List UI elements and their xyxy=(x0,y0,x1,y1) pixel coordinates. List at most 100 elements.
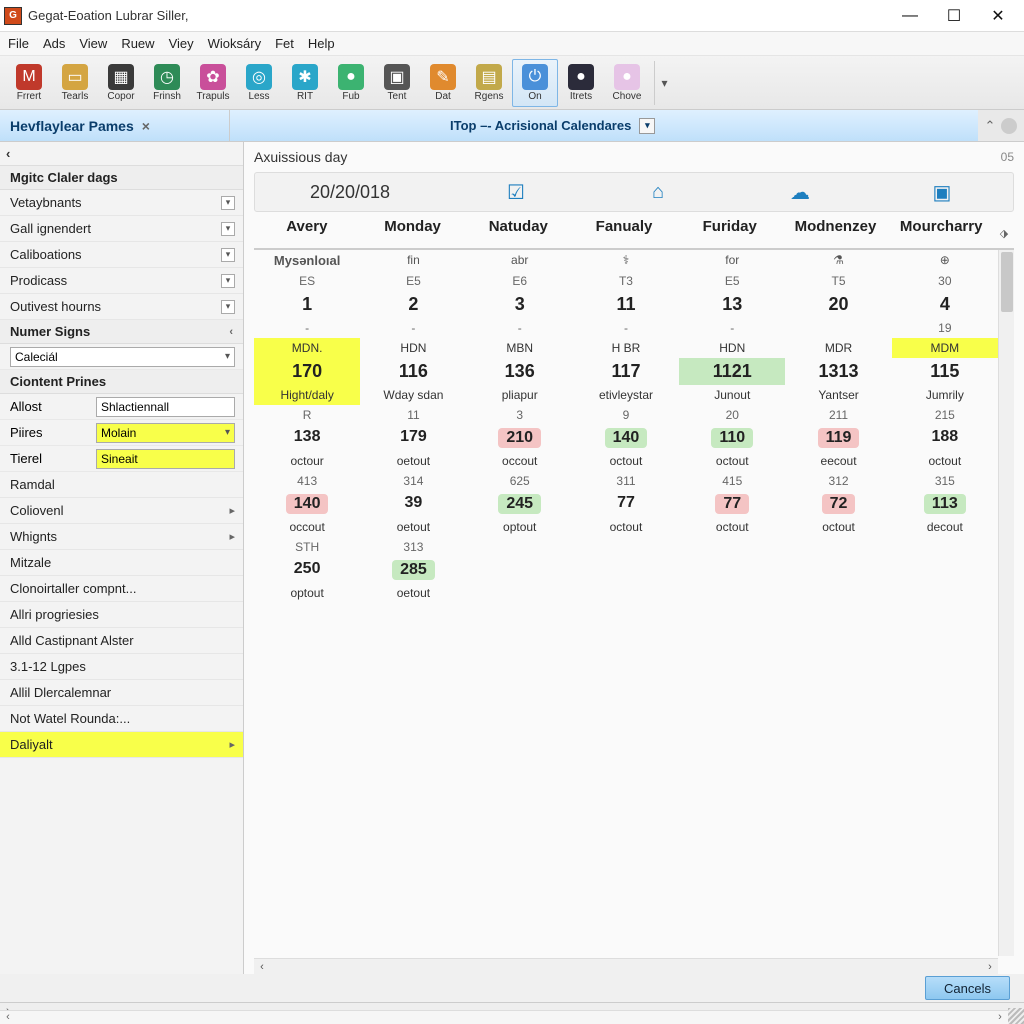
menu-ads[interactable]: Ads xyxy=(43,36,65,51)
toolbar-btn-on[interactable]: ⏻On xyxy=(512,59,558,107)
toolbar-btn-rgens[interactable]: ▤Rgens xyxy=(466,59,512,107)
toolbar-btn-frrert[interactable]: MFrrert xyxy=(6,59,52,107)
status-scrollbar[interactable]: ‹› xyxy=(0,1010,1008,1024)
sidebar-item[interactable]: Prodicass▾ xyxy=(0,268,243,294)
sidebar-item[interactable]: Mitzale xyxy=(0,550,243,576)
minimize-button[interactable]: — xyxy=(888,1,932,31)
tab-dropdown-icon[interactable]: ▾ xyxy=(639,118,655,134)
close-button[interactable]: ✕ xyxy=(976,1,1020,31)
calendar-cell: occout xyxy=(467,451,573,471)
calendar-header: AveryMondayNatudayFanualyFuridayModnenze… xyxy=(254,218,1014,250)
tab-gear-icon[interactable] xyxy=(1001,118,1017,134)
calendar-row: occoutoetoutoptoutoctoutoctoutoctoutdeco… xyxy=(254,517,998,537)
calendar-row: octouroetoutoccoutoctoutoctouteecoutocto… xyxy=(254,451,998,471)
sidebar-field[interactable]: Molain▾ xyxy=(96,423,235,443)
resize-grip-icon[interactable] xyxy=(1008,1008,1024,1024)
toolbar-btn-frinsh[interactable]: ◷Frinsh xyxy=(144,59,190,107)
calendar-cell xyxy=(467,583,573,603)
sidebar-item[interactable]: Vetaybnants▾ xyxy=(0,190,243,216)
sidebar: ‹ Mgitc Claler dags Vetaybnants▾Gall ign… xyxy=(0,142,244,974)
scroll-left-icon[interactable]: ‹ xyxy=(254,961,270,973)
sidebar-item[interactable]: Not Watel Rounda:... xyxy=(0,706,243,732)
tab-left[interactable]: Hevflaylear Pames × xyxy=(0,110,230,141)
calendar-cell: - xyxy=(360,318,466,338)
tab-caret-icon[interactable]: ⌃ xyxy=(985,118,996,134)
calendar-cell: MDN. xyxy=(254,338,360,358)
calendar-cell: oetout xyxy=(360,517,466,537)
date-icon-1[interactable]: ☑ xyxy=(445,180,587,205)
sidebar-field[interactable]: Shlactiennall xyxy=(96,397,235,417)
toolbar-btn-less[interactable]: ◎Less xyxy=(236,59,282,107)
sidebar-item[interactable]: Coliovenl▸ xyxy=(0,498,243,524)
tab-main-label: ITop –- Acrisional Calendares xyxy=(450,118,631,133)
menu-file[interactable]: File xyxy=(8,36,29,51)
scroll-right-icon[interactable]: › xyxy=(982,961,998,973)
sidebar-item[interactable]: Outivest hourns▾ xyxy=(0,294,243,320)
toolbar-overflow-icon[interactable]: ▾ xyxy=(654,61,674,105)
calendar-cell xyxy=(892,537,998,557)
menu-help[interactable]: Help xyxy=(308,36,335,51)
sidebar-item[interactable]: Clonoirtaller compnt... xyxy=(0,576,243,602)
calendar-cell: 11 xyxy=(573,291,679,318)
sidebar-top-caret[interactable]: ‹ xyxy=(6,146,10,161)
calendar-row: 14039245777772113 xyxy=(254,491,998,517)
calendar-cell: octout xyxy=(573,517,679,537)
date-icon-3[interactable]: ☁ xyxy=(729,180,871,205)
calendar-cell: E5 xyxy=(360,271,466,291)
calendar-cell xyxy=(785,318,891,338)
sidebar-dropdown-row[interactable]: Caleciál▾ xyxy=(0,344,243,370)
toolbar-btn-dat[interactable]: ✎Dat xyxy=(420,59,466,107)
toolbar-btn-tent[interactable]: ▣Tent xyxy=(374,59,420,107)
toolbar-btn-copor[interactable]: ▦Copor xyxy=(98,59,144,107)
sidebar-item[interactable]: Caliboations▾ xyxy=(0,242,243,268)
calendar-body: Mysənloıalfinabr⚕for⚗⊕ESE5E6T3E5T5301231… xyxy=(254,250,998,958)
sidebar-item[interactable]: Allri progriesies xyxy=(0,602,243,628)
menu-viey[interactable]: Viey xyxy=(169,36,194,51)
sidebar-field[interactable]: Sineait xyxy=(96,449,235,469)
calendar-cell: 136 xyxy=(467,358,573,385)
main-panel: Axuissious day 05 20/20/018 ☑ ⌂ ☁ ▣ Aver… xyxy=(244,142,1024,974)
chevron-icon[interactable]: ‹ xyxy=(229,326,233,338)
calendar-cell: 3 xyxy=(467,405,573,425)
sidebar-item[interactable]: Daliyalt▸ xyxy=(0,732,243,758)
tab-close-icon[interactable]: × xyxy=(142,118,150,134)
scrollbar-horizontal[interactable]: ‹ › xyxy=(254,958,998,974)
calendar-cell: occout xyxy=(254,517,360,537)
menu-view[interactable]: View xyxy=(79,36,107,51)
menu-fet[interactable]: Fet xyxy=(275,36,294,51)
sidebar-item[interactable]: 3.1-12 Lgpes xyxy=(0,654,243,680)
calendar-cell: 312 xyxy=(785,471,891,491)
toolbar-btn-rit[interactable]: ✱RIT xyxy=(282,59,328,107)
calendar-cell xyxy=(785,537,891,557)
sidebar-item[interactable]: Ramdal xyxy=(0,472,243,498)
calendar-cell: ES xyxy=(254,271,360,291)
maximize-button[interactable]: ☐ xyxy=(932,1,976,31)
tab-main[interactable]: ITop –- Acrisional Calendares ▾ xyxy=(230,110,978,141)
scrollbar-vertical[interactable] xyxy=(998,250,1014,956)
date-icon-2[interactable]: ⌂ xyxy=(587,181,729,204)
date-icon-4[interactable]: ▣ xyxy=(871,180,1013,205)
calendar-cell: Wday sdan xyxy=(360,385,466,405)
calendar-cell: 170 xyxy=(254,358,360,385)
sidebar-item[interactable]: Alld Castipnant Alster xyxy=(0,628,243,654)
calendar-cell: oetout xyxy=(360,451,466,471)
calendar-cell: eecout xyxy=(785,451,891,471)
menu-wioksary[interactable]: Wioksáry xyxy=(208,36,261,51)
sidebar-item[interactable]: Whignts▸ xyxy=(0,524,243,550)
sidebar-item[interactable]: Gall ignendert▾ xyxy=(0,216,243,242)
sidebar-field-row: AllostShlactiennall xyxy=(0,394,243,420)
sidebar-item[interactable]: Allil Dlercalemnar xyxy=(0,680,243,706)
toolbar-btn-tearls[interactable]: ▭Tearls xyxy=(52,59,98,107)
calendar-toggle-icon[interactable]: ⬗ xyxy=(994,218,1014,248)
toolbar-btn-chove[interactable]: ●Chove xyxy=(604,59,650,107)
calendar-cell xyxy=(679,537,785,557)
calendar-cell: 110 xyxy=(679,425,785,451)
calendar-cell: octout xyxy=(679,451,785,471)
calendar-cell: pliapur xyxy=(467,385,573,405)
tab-right-controls: ⌃ xyxy=(978,110,1024,141)
toolbar-btn-itrets[interactable]: ●Itrets xyxy=(558,59,604,107)
menu-ruew[interactable]: Ruew xyxy=(121,36,154,51)
toolbar-btn-fub[interactable]: ●Fub xyxy=(328,59,374,107)
cancel-button[interactable]: Cancels xyxy=(925,976,1010,1000)
toolbar-btn-trapuls[interactable]: ✿Trapuls xyxy=(190,59,236,107)
